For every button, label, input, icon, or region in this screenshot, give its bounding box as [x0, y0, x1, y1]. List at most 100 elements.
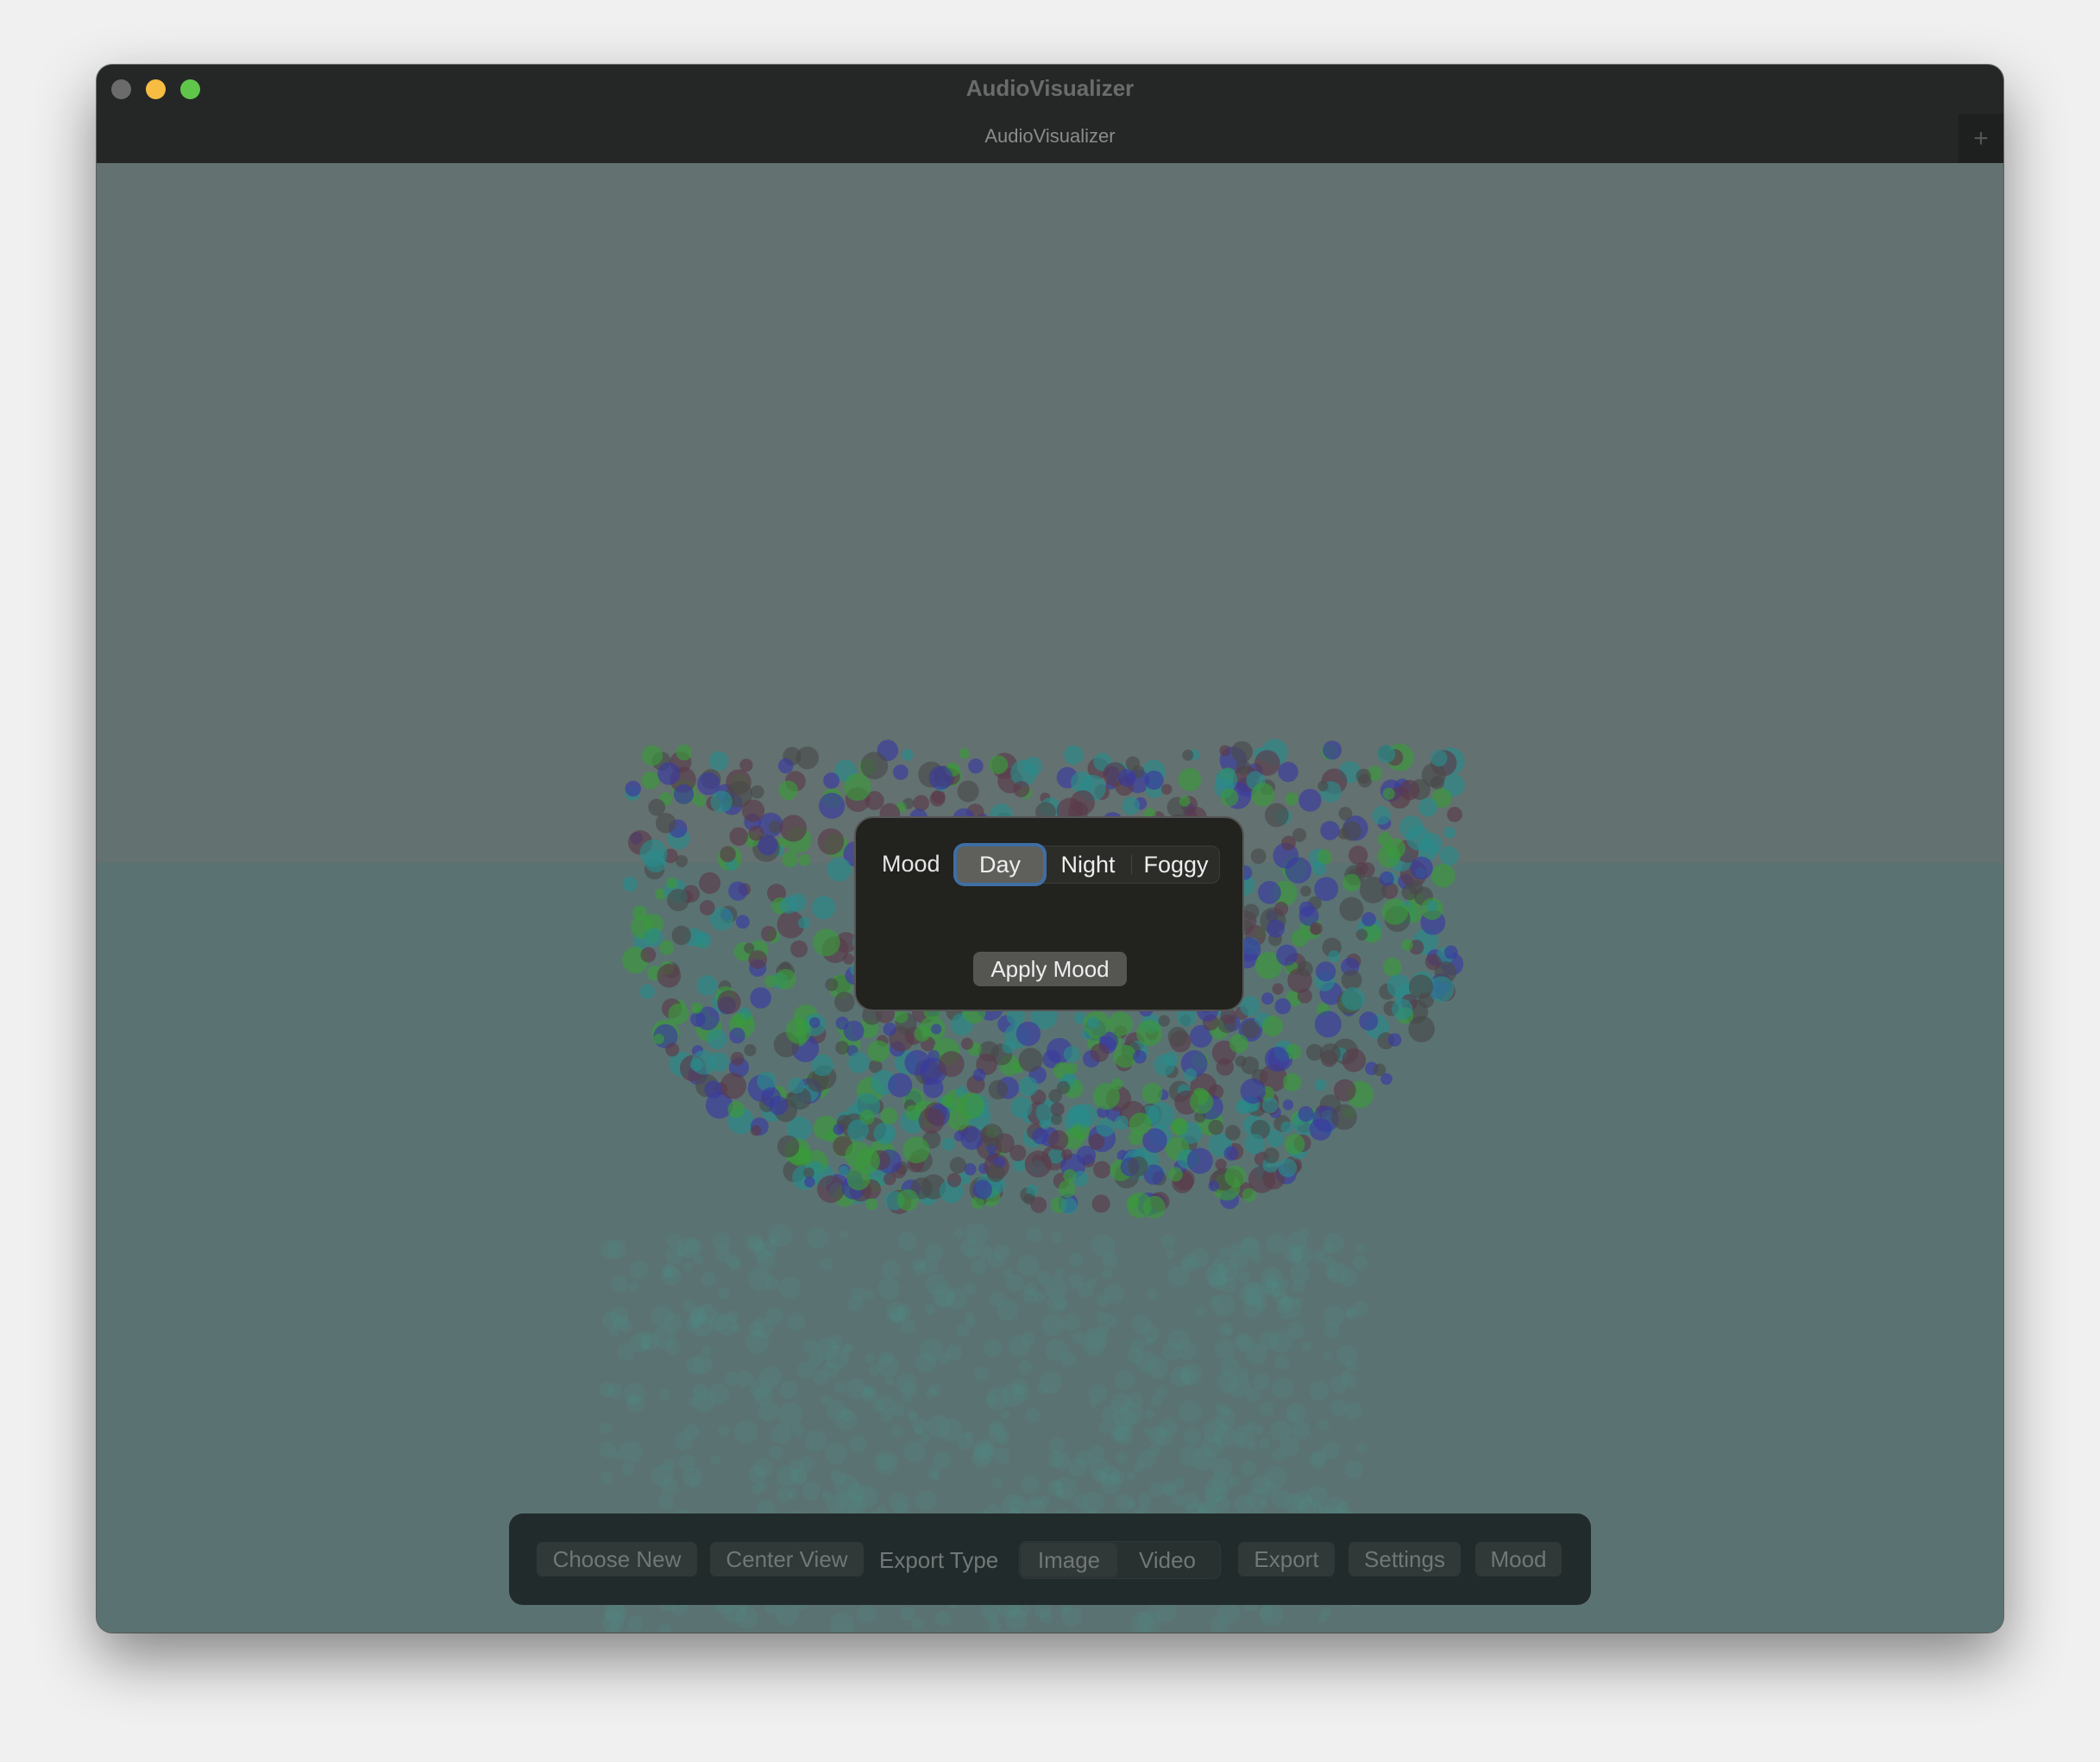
particle-reflection — [1313, 1249, 1326, 1263]
particle — [1002, 1040, 1016, 1054]
export-type-image[interactable]: Image — [1021, 1543, 1117, 1577]
particle — [782, 851, 799, 868]
particle — [1250, 848, 1267, 865]
tab-title[interactable]: AudioVisualizer — [97, 125, 2003, 148]
particle — [748, 950, 768, 969]
particle-reflection — [1301, 1341, 1312, 1352]
particle-reflection — [1102, 1251, 1118, 1268]
mood-option-night[interactable]: Night — [1045, 846, 1131, 883]
particle — [1261, 1097, 1279, 1114]
particle-reflection — [1235, 1495, 1254, 1514]
particle-reflection — [927, 1466, 940, 1479]
particle-reflection — [1008, 1335, 1030, 1357]
particle — [1263, 1147, 1279, 1164]
particle — [1273, 901, 1289, 916]
particle — [1317, 780, 1329, 792]
particle — [1208, 1119, 1224, 1136]
particle-reflection — [1025, 1407, 1041, 1423]
particle-reflection — [1155, 1386, 1168, 1399]
particle-reflection — [912, 1418, 929, 1435]
particle-reflection — [726, 1310, 739, 1323]
window-title: AudioVisualizer — [965, 75, 1135, 101]
particle — [1182, 749, 1194, 761]
export-type-video[interactable]: Video — [1119, 1543, 1216, 1577]
particle-reflection — [1211, 1293, 1235, 1317]
particle — [768, 820, 782, 834]
particle — [730, 1052, 745, 1066]
particle-reflection — [1110, 1393, 1131, 1413]
particle — [708, 751, 729, 771]
particle-reflection — [1286, 1231, 1308, 1253]
apply-mood-button[interactable]: Apply Mood — [973, 952, 1127, 986]
particle-reflection — [1047, 1451, 1065, 1468]
particle — [1443, 945, 1458, 960]
particle — [1355, 862, 1368, 875]
particle — [741, 799, 765, 822]
particle — [1136, 1020, 1163, 1047]
particle — [867, 1040, 890, 1062]
particle-reflection — [1178, 1400, 1202, 1424]
particle-reflection — [628, 1281, 639, 1293]
export-button[interactable]: Export — [1238, 1542, 1335, 1576]
particle — [1401, 939, 1413, 951]
particle-reflection — [1330, 1400, 1347, 1416]
particle-reflection — [1001, 1410, 1010, 1419]
particle — [1018, 1048, 1043, 1073]
particle — [1223, 1146, 1239, 1161]
particle — [668, 1003, 689, 1025]
particle — [707, 1029, 727, 1050]
particle — [873, 1122, 896, 1145]
particle-reflection — [925, 1304, 936, 1315]
particle-reflection — [611, 1274, 629, 1293]
mood-option-foggy[interactable]: Foggy — [1133, 846, 1219, 883]
particle — [1261, 992, 1274, 1005]
particle — [778, 780, 798, 801]
center-view-button[interactable]: Center View — [710, 1542, 864, 1576]
particle — [699, 900, 715, 916]
mood-option-day[interactable]: Day — [957, 846, 1043, 883]
particle-reflection — [939, 1418, 963, 1442]
particle-reflection — [771, 1423, 792, 1444]
settings-button[interactable]: Settings — [1349, 1542, 1461, 1576]
particle — [825, 978, 839, 991]
particle — [1418, 797, 1438, 817]
particle — [1341, 821, 1361, 841]
particle-reflection — [1022, 1288, 1038, 1304]
particle — [1061, 1148, 1072, 1161]
particle-reflection — [636, 1331, 653, 1348]
particle-reflection — [661, 1477, 679, 1495]
particle-reflection — [830, 1612, 855, 1633]
particle — [1341, 969, 1362, 991]
particle — [1361, 912, 1376, 927]
visualizer-canvas[interactable]: Mood Day Night Foggy Apply Mood Choose N… — [97, 163, 2003, 1633]
particle-reflection — [757, 1481, 768, 1492]
choose-new-button[interactable]: Choose New — [537, 1542, 697, 1576]
particle-reflection — [880, 1410, 893, 1423]
mood-button[interactable]: Mood — [1475, 1542, 1562, 1576]
plus-icon[interactable]: + — [1959, 114, 2003, 163]
particle-reflection — [1067, 1272, 1085, 1289]
particle-reflection — [1037, 1382, 1049, 1395]
particle-reflection — [1260, 1602, 1284, 1627]
particle-reflection — [1284, 1493, 1305, 1513]
particle — [1349, 845, 1368, 865]
particle-reflection — [1068, 1457, 1087, 1477]
particle — [894, 1009, 909, 1023]
particle — [980, 1123, 1003, 1147]
particle-reflection — [1165, 1249, 1175, 1259]
particle-reflection — [1259, 1438, 1271, 1450]
particle-reflection — [1001, 1383, 1025, 1407]
particle — [1231, 740, 1253, 763]
particle-reflection — [659, 1388, 670, 1400]
particle-reflection — [1356, 1442, 1368, 1454]
particle-reflection — [1214, 1339, 1235, 1360]
particle-reflection — [1253, 1373, 1271, 1391]
particle — [888, 1073, 913, 1098]
particle — [1018, 1076, 1039, 1097]
particle-reflection — [1217, 1371, 1240, 1394]
particle — [1179, 796, 1191, 807]
particle-reflection — [1263, 1465, 1287, 1489]
particle-reflection — [799, 1457, 814, 1472]
particle — [1184, 1068, 1198, 1081]
particle — [1050, 1113, 1063, 1125]
